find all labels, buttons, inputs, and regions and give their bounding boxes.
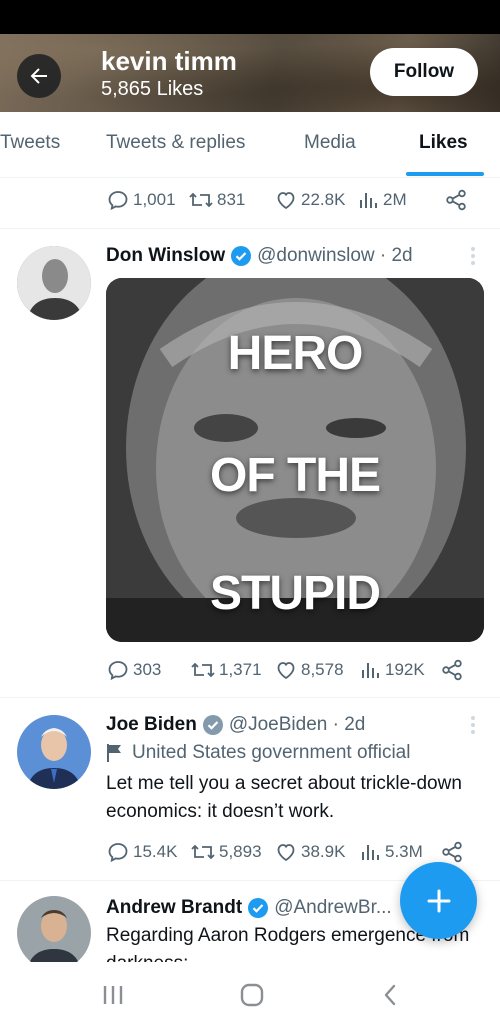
recents-icon <box>103 986 123 1004</box>
like-button[interactable]: 38.9K <box>274 839 345 865</box>
author-handle[interactable]: @JoeBiden · 2d <box>229 714 366 736</box>
share-button[interactable] <box>440 839 464 865</box>
like-icon <box>277 844 295 862</box>
tweet-divider <box>0 697 500 698</box>
tab-tweets[interactable]: Tweets <box>0 132 60 154</box>
share-button[interactable] <box>444 187 468 213</box>
flag-icon <box>107 744 121 762</box>
author-handle[interactable]: @donwinslow · 2d <box>257 245 413 267</box>
tab-tweets-replies[interactable]: Tweets & replies <box>106 132 245 154</box>
author-handle[interactable]: @AndrewBr... <box>274 897 392 919</box>
avatar-image <box>17 246 91 320</box>
like-count: 8,578 <box>301 660 344 679</box>
like-icon <box>277 662 295 680</box>
views-button[interactable]: 5.3M <box>358 839 423 865</box>
more-options-button[interactable] <box>466 713 480 737</box>
profile-name: kevin timm <box>101 46 237 76</box>
media-caption-line-3: STUPID <box>209 567 381 620</box>
share-icon <box>446 189 466 211</box>
like-count: 38.9K <box>301 842 346 861</box>
home-button[interactable] <box>237 980 267 1010</box>
tweet-actions: 1,001 831 22.8K 2M <box>106 187 470 213</box>
back-arrow-icon <box>30 68 47 84</box>
tweet-author-line: Don Winslow @donwinslow · 2d <box>106 244 413 268</box>
share-icon <box>442 659 462 681</box>
more-options-button[interactable] <box>466 244 480 268</box>
profile-header: kevin timm 5,865 Likes Follow <box>0 34 500 112</box>
retweet-count: 5,893 <box>219 842 262 861</box>
tweet-divider <box>0 228 500 229</box>
verified-badge-icon <box>202 715 223 735</box>
author-name[interactable]: Joe Biden <box>106 714 197 736</box>
retweet-icon <box>191 844 215 860</box>
avatar-image <box>17 896 91 962</box>
tweet-author-line: Andrew Brandt @AndrewBr... <box>106 896 392 920</box>
profile-tabs: Tweets Tweets & replies Media Likes <box>0 112 500 178</box>
verified-badge-icon <box>231 246 252 266</box>
retweet-count: 831 <box>217 190 246 209</box>
system-nav-bar <box>0 962 500 1028</box>
views-icon <box>362 845 379 860</box>
share-button[interactable] <box>440 657 464 683</box>
reply-icon <box>108 661 128 681</box>
active-tab-indicator <box>406 172 484 176</box>
retweet-button[interactable]: 1,371 <box>190 657 262 683</box>
share-icon <box>442 841 462 863</box>
government-label-text: United States government official <box>132 742 411 763</box>
system-back-button[interactable] <box>376 980 406 1010</box>
reply-button[interactable]: 1,001 <box>106 187 176 213</box>
reply-count: 1,001 <box>133 190 176 209</box>
retweet-count: 1,371 <box>219 660 262 679</box>
avatar[interactable] <box>17 896 91 962</box>
compose-icon <box>427 889 450 912</box>
reply-icon <box>108 191 128 211</box>
follow-button[interactable]: Follow <box>370 48 478 96</box>
tab-media[interactable]: Media <box>304 132 356 154</box>
retweet-icon <box>191 662 215 678</box>
media-caption-line-2: OF THE <box>210 449 381 502</box>
like-icon <box>277 192 295 210</box>
reply-button[interactable]: 303 <box>106 657 161 683</box>
author-name[interactable]: Andrew Brandt <box>106 897 242 919</box>
like-count: 22.8K <box>301 190 346 209</box>
views-count: 5.3M <box>385 842 423 861</box>
views-button[interactable]: 2M <box>356 187 407 213</box>
home-icon <box>240 983 264 1007</box>
recents-button[interactable] <box>98 980 128 1010</box>
retweet-button[interactable]: 5,893 <box>190 839 262 865</box>
reply-count: 303 <box>133 660 162 679</box>
back-button[interactable] <box>17 54 61 98</box>
tab-likes[interactable]: Likes <box>419 132 468 154</box>
back-icon <box>384 984 396 1006</box>
compose-tweet-button[interactable] <box>400 862 477 939</box>
like-button[interactable]: 8,578 <box>274 657 344 683</box>
avatar-image <box>17 715 91 789</box>
like-button[interactable]: 22.8K <box>274 187 345 213</box>
tweet-media-image[interactable]: HERO OF THE STUPID <box>106 278 484 642</box>
retweet-button[interactable]: 831 <box>188 187 245 213</box>
reply-count: 15.4K <box>133 842 178 861</box>
government-label: United States government official <box>106 741 410 765</box>
retweet-icon <box>189 192 213 208</box>
media-caption-line-1: HERO <box>227 327 364 380</box>
reply-icon <box>108 843 128 863</box>
avatar[interactable] <box>17 715 91 789</box>
more-icon <box>471 247 475 251</box>
avatar[interactable] <box>17 246 91 320</box>
reply-button[interactable]: 15.4K <box>106 839 177 865</box>
tweet-text: Let me tell you a secret about trickle-d… <box>106 773 462 822</box>
views-count: 2M <box>383 190 407 209</box>
views-button[interactable]: 192K <box>358 657 425 683</box>
views-icon <box>360 193 377 208</box>
profile-likes-count: 5,865 Likes <box>101 78 204 100</box>
views-count: 192K <box>385 660 425 679</box>
more-icon <box>471 716 475 720</box>
tweet-actions: 303 1,371 8,578 192K <box>106 657 470 683</box>
verified-badge-icon <box>248 898 269 918</box>
tweet-author-line: Joe Biden @JoeBiden · 2d <box>106 713 365 737</box>
tweet-actions: 15.4K 5,893 38.9K 5.3M <box>106 839 470 865</box>
author-name[interactable]: Don Winslow <box>106 245 225 267</box>
status-bar <box>0 0 500 34</box>
views-icon <box>362 663 379 678</box>
